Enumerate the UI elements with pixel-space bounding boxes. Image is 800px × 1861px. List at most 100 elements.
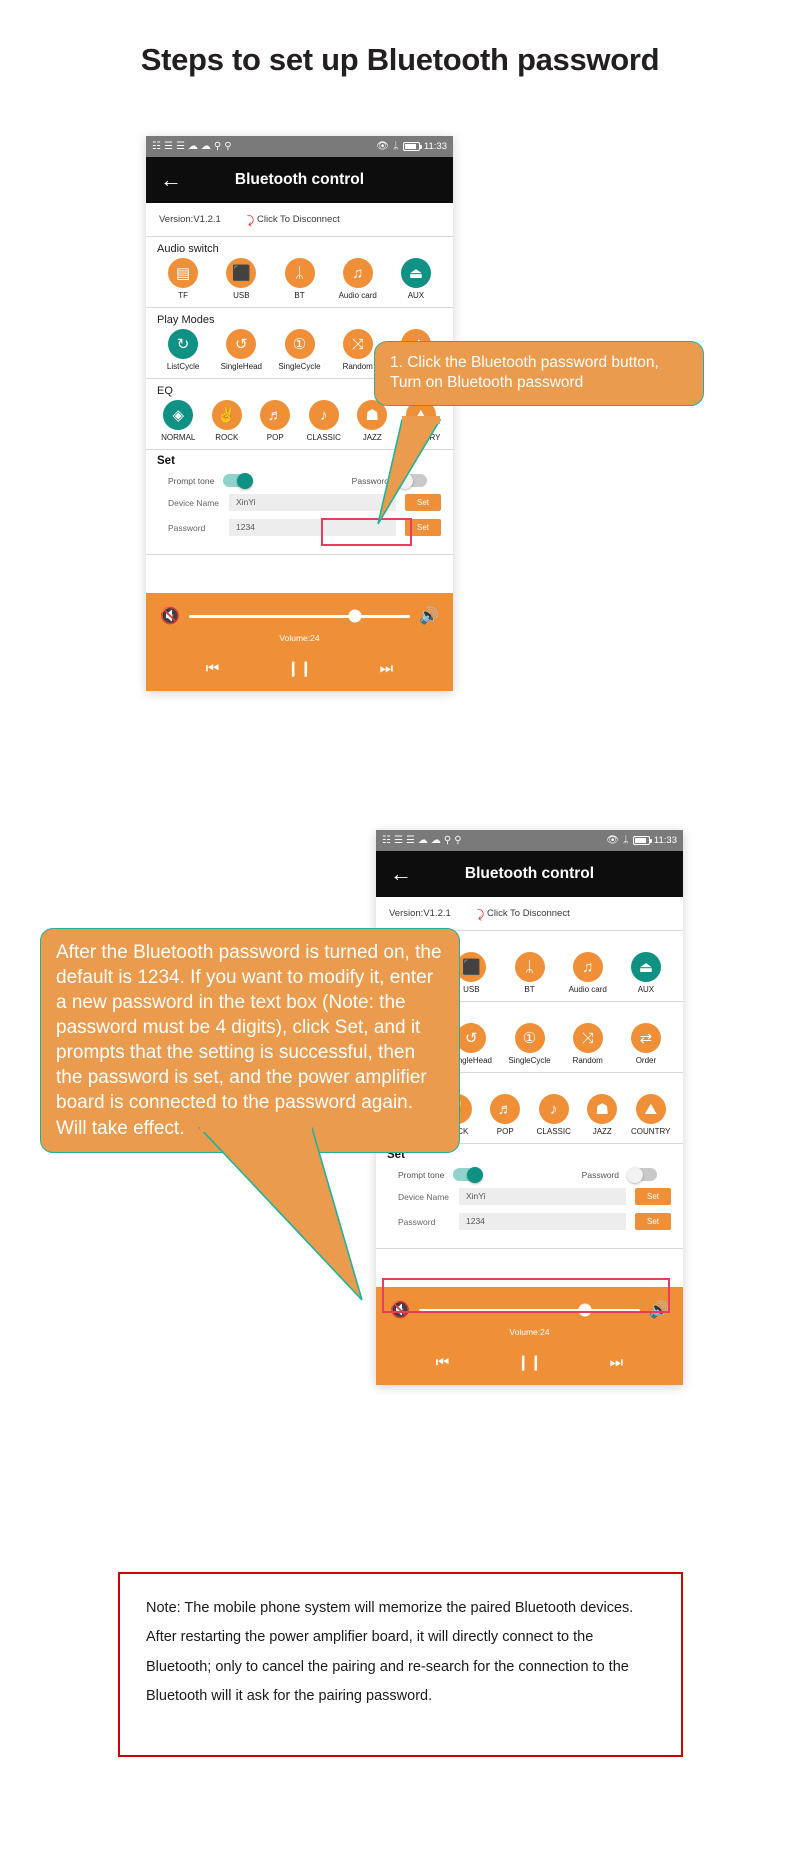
bluetooth-icon: ᛦ xyxy=(622,834,629,846)
password-input[interactable]: 1234 xyxy=(229,519,396,536)
status-bar-left-icons: ☷ ☰ ☰ ☁ ☁ ⚲ ⚲ xyxy=(152,141,232,152)
play-mode-item-singlehead[interactable]: ↺ SingleHead xyxy=(212,329,270,371)
repeat-once-arrow-icon: ↺ xyxy=(226,329,257,359)
eq-label: ROCK xyxy=(215,433,239,442)
disconnect-button[interactable]: ⤸ Click To Disconnect xyxy=(475,905,569,922)
pause-button[interactable]: ❙❙ xyxy=(287,659,312,677)
audio-switch-item-aux[interactable]: ⏏ AUX xyxy=(387,258,445,300)
device-name-label: Device Name xyxy=(398,1191,450,1202)
callout-step-1-text: 1. Click the Bluetooth password button, … xyxy=(390,354,659,392)
version-label: Version:V1.2.1 xyxy=(389,908,451,919)
play-mode-item-singlecycle[interactable]: ① SingleCycle xyxy=(500,1023,558,1065)
broken-link-icon: ⤸ xyxy=(475,905,486,922)
play-mode-item-singlecycle[interactable]: ① SingleCycle xyxy=(270,329,328,371)
repeat-one-icon: ① xyxy=(514,1023,545,1053)
repeat-one-icon: ① xyxy=(284,329,315,359)
app-bar: ← Bluetooth control xyxy=(376,851,683,897)
sim-dual-icon: ☷ xyxy=(382,834,391,846)
set-section: Set Prompt tone Password Device Name Xin… xyxy=(376,1144,683,1249)
volume-slider-knob[interactable] xyxy=(578,1303,592,1317)
eq-label: JAZZ xyxy=(592,1127,612,1136)
app-bar: ← Bluetooth control xyxy=(146,157,453,203)
play-mode-item-listcycle[interactable]: ↻ ListCycle xyxy=(154,329,212,371)
callout-step-2-text: After the Bluetooth password is turned o… xyxy=(56,942,442,1139)
volume-up-icon[interactable]: 🔊 xyxy=(649,1300,669,1320)
aux-cable-icon: ⏏ xyxy=(400,258,431,288)
back-button[interactable]: ← xyxy=(146,169,196,191)
eq-item-jazz[interactable]: ☗ JAZZ xyxy=(578,1094,627,1136)
eq-label: CLASSIC xyxy=(306,433,341,442)
disconnect-button[interactable]: ⤸ Click To Disconnect xyxy=(245,211,339,228)
play-mode-label: Order xyxy=(635,1056,657,1065)
password-input[interactable]: 1234 xyxy=(459,1213,626,1230)
eq-label: NORMAL xyxy=(161,433,196,442)
password-toggle[interactable] xyxy=(627,1166,657,1183)
prompt-tone-toggle[interactable] xyxy=(223,472,254,489)
pause-button[interactable]: ❙❙ xyxy=(517,1353,542,1371)
status-bar-right-icons: 👁 ᛦ 11:33 xyxy=(606,835,677,846)
audio-switch-label: USB xyxy=(233,291,250,300)
eye-icon: 👁 xyxy=(376,140,389,152)
previous-button[interactable]: ⏮ xyxy=(436,1354,450,1371)
play-mode-label: Random xyxy=(342,362,373,371)
next-button[interactable]: ⏭ xyxy=(380,660,394,677)
next-button[interactable]: ⏭ xyxy=(610,1354,624,1371)
volume-row: 🔇 🔊 xyxy=(146,606,453,626)
eq-item-pop[interactable]: ♬ POP xyxy=(251,400,300,442)
eq-item-rock[interactable]: ✌ ROCK xyxy=(203,400,252,442)
audio-switch-item-usb[interactable]: ⬛ USB xyxy=(212,258,270,300)
eq-item-normal[interactable]: ◈ NORMAL xyxy=(154,400,203,442)
bluetooth-icon: ᛦ xyxy=(514,952,545,982)
play-mode-label: SingleHead xyxy=(220,362,262,371)
page-title: Steps to set up Bluetooth password xyxy=(140,42,660,77)
music-note-icon: ♫ xyxy=(342,258,373,288)
sd-card-icon: ▤ xyxy=(168,258,199,288)
audio-switch-label: TF xyxy=(178,291,188,300)
volume-mute-icon[interactable]: 🔇 xyxy=(160,606,180,626)
volume-slider[interactable] xyxy=(188,609,411,623)
volume-label: Volume:24 xyxy=(509,1327,550,1337)
prompt-tone-toggle[interactable] xyxy=(453,1166,484,1183)
audio-switch-item-bt[interactable]: ᛦ BT xyxy=(500,952,558,994)
audio-switch-item-tf[interactable]: ▤ TF xyxy=(154,258,212,300)
volume-up-icon[interactable]: 🔊 xyxy=(419,606,439,626)
status-bar-time: 11:33 xyxy=(423,141,447,152)
volume-slider-knob[interactable] xyxy=(348,609,362,623)
play-mode-item-random[interactable]: ⤨ Random xyxy=(559,1023,617,1065)
audio-switch-item-audio-card[interactable]: ♫ Audio card xyxy=(329,258,387,300)
music-note-icon: ♫ xyxy=(572,952,603,982)
version-row: Version:V1.2.1 ⤸ Click To Disconnect xyxy=(146,203,453,237)
device-name-set-button[interactable]: Set xyxy=(635,1188,671,1205)
eq-item-classic[interactable]: ♪ CLASSIC xyxy=(530,1094,579,1136)
audio-switch-item-audio-card[interactable]: ♫ Audio card xyxy=(559,952,617,994)
eq-item-country[interactable]: ⛰ COUNTRY xyxy=(627,1094,676,1136)
battery-icon xyxy=(632,836,652,845)
audio-switch-section: Audio switch ▤ TF ⬛ USB ᛦ BT ♫ Audio car… xyxy=(146,237,453,308)
device-name-input[interactable]: XinYi xyxy=(229,494,396,511)
audio-switch-label: Audio card xyxy=(338,291,377,300)
previous-button[interactable]: ⏮ xyxy=(206,660,220,677)
eq-item-classic[interactable]: ♪ CLASSIC xyxy=(300,400,349,442)
eq-item-pop[interactable]: ♬ POP xyxy=(481,1094,530,1136)
broken-link-icon: ⤸ xyxy=(245,211,256,228)
wifi-icon: ☁ xyxy=(417,834,428,846)
target-diamond-icon: ◈ xyxy=(163,400,194,430)
play-mode-label: SingleCycle xyxy=(508,1056,551,1065)
headphones-icon: ♬ xyxy=(260,400,291,430)
order-arrows-icon: ⇄ xyxy=(630,1023,661,1053)
play-modes-heading: Play Modes xyxy=(157,314,215,326)
volume-slider[interactable] xyxy=(418,1303,641,1317)
eq-label: CLASSIC xyxy=(536,1127,571,1136)
audio-switch-label: USB xyxy=(463,985,480,994)
password-set-button[interactable]: Set xyxy=(635,1213,671,1230)
audio-switch-item-bt[interactable]: ᛦ BT xyxy=(270,258,328,300)
usb-drive-icon: ⬛ xyxy=(226,258,257,288)
rock-hand-icon: ✌ xyxy=(211,400,242,430)
password-toggle-label: Password xyxy=(581,1169,619,1180)
play-mode-item-order[interactable]: ⇄ Order xyxy=(617,1023,675,1065)
device-name-row: Device Name XinYi Set xyxy=(376,1184,683,1209)
back-button[interactable]: ← xyxy=(376,863,426,885)
device-name-input[interactable]: XinYi xyxy=(459,1188,626,1205)
audio-switch-item-aux[interactable]: ⏏ AUX xyxy=(617,952,675,994)
status-bar-right-icons: 👁 ᛦ 11:33 xyxy=(376,141,447,152)
